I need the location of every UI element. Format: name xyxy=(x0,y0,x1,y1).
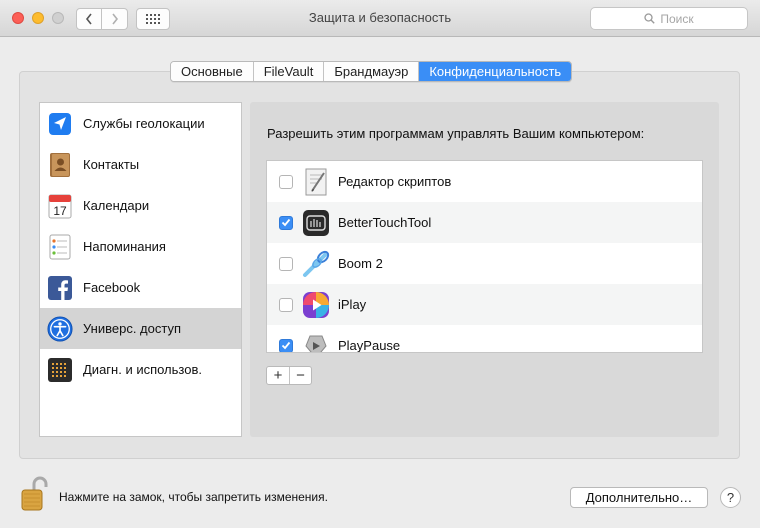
accessibility-prompt: Разрешить этим программам управлять Ваши… xyxy=(267,126,645,141)
accessibility-icon xyxy=(47,315,73,342)
list-item[interactable]: BetterTouchTool xyxy=(267,202,702,243)
sidebar-item-label: Диагн. и использов. xyxy=(83,362,202,377)
help-button[interactable]: ? xyxy=(720,487,741,508)
add-app-button[interactable]: + xyxy=(267,367,289,384)
sidebar-item-accessibility[interactable]: Универс. доступ xyxy=(40,308,241,349)
lock-hint-text: Нажмите на замок, чтобы запретить измене… xyxy=(59,490,328,504)
list-item[interactable]: iPlay xyxy=(267,284,702,325)
checkmark-icon xyxy=(281,218,291,227)
sidebar-item-reminders[interactable]: Напоминания xyxy=(40,226,241,267)
list-item[interactable]: Boom 2 xyxy=(267,243,702,284)
sidebar-item-calendars[interactable]: 17 Календари xyxy=(40,185,241,226)
iplay-icon xyxy=(301,290,331,320)
search-icon xyxy=(644,13,656,24)
app-list: Редактор скриптов BetterTouchTool Boom 2… xyxy=(266,160,703,353)
lock-button[interactable] xyxy=(20,476,48,512)
calendar-icon: 17 xyxy=(47,193,73,219)
sidebar-item-label: Facebook xyxy=(83,280,141,295)
app-name: Редактор скриптов xyxy=(338,174,452,189)
add-remove-buttons: + − xyxy=(266,366,312,385)
app-name: BetterTouchTool xyxy=(338,215,432,230)
diagnostics-icon xyxy=(47,357,73,383)
search-input[interactable]: Поиск xyxy=(590,7,748,30)
tab-privacy[interactable]: Конфиденциальность xyxy=(419,62,572,81)
location-arrow-icon xyxy=(47,111,73,137)
tab-general[interactable]: Основные xyxy=(171,62,254,81)
advanced-button[interactable]: Дополнительно… xyxy=(570,487,708,508)
privacy-category-list: Службы геолокации Контакты 17 Календари … xyxy=(39,102,242,437)
list-item[interactable]: Редактор скриптов xyxy=(267,161,702,202)
sidebar-item-label: Календари xyxy=(83,198,150,213)
sidebar-item-label: Напоминания xyxy=(83,239,166,254)
remove-app-button[interactable]: − xyxy=(289,367,311,384)
boom2-icon xyxy=(301,249,331,279)
contacts-book-icon xyxy=(47,152,73,178)
unlocked-padlock-icon xyxy=(21,476,48,511)
facebook-icon xyxy=(47,275,73,301)
checkmark-icon xyxy=(281,341,291,350)
tab-bar: Основные FileVault Брандмауэр Конфиденци… xyxy=(170,61,573,82)
calendar-day: 17 xyxy=(53,204,67,218)
title-bar: Защита и безопасность Поиск xyxy=(0,0,760,37)
bettertouchtool-icon xyxy=(301,208,331,238)
tab-firewall[interactable]: Брандмауэр xyxy=(324,62,420,81)
reminders-icon xyxy=(47,234,73,260)
search-placeholder: Поиск xyxy=(660,11,694,26)
app-checkbox[interactable] xyxy=(279,174,293,189)
list-item[interactable]: PlayPause xyxy=(267,325,702,353)
app-checkbox[interactable] xyxy=(279,338,293,352)
sidebar-item-label: Службы геолокации xyxy=(83,116,205,131)
script-editor-icon xyxy=(301,167,331,197)
sidebar-item-label: Контакты xyxy=(83,157,140,172)
sidebar-item-contacts[interactable]: Контакты xyxy=(40,144,241,185)
app-checkbox[interactable] xyxy=(279,256,293,271)
sidebar-item-facebook[interactable]: Facebook xyxy=(40,267,241,308)
playpause-icon xyxy=(301,331,331,352)
sidebar-item-label: Универс. доступ xyxy=(83,321,182,336)
sidebar-item-diagnostics[interactable]: Диагн. и использов. xyxy=(40,349,241,390)
app-name: Boom 2 xyxy=(338,256,383,271)
tab-filevault[interactable]: FileVault xyxy=(253,62,325,81)
app-name: iPlay xyxy=(338,297,367,312)
app-checkbox[interactable] xyxy=(279,297,293,312)
sidebar-item-location-services[interactable]: Службы геолокации xyxy=(40,103,241,144)
app-checkbox[interactable] xyxy=(279,215,293,230)
app-name: PlayPause xyxy=(338,338,401,353)
